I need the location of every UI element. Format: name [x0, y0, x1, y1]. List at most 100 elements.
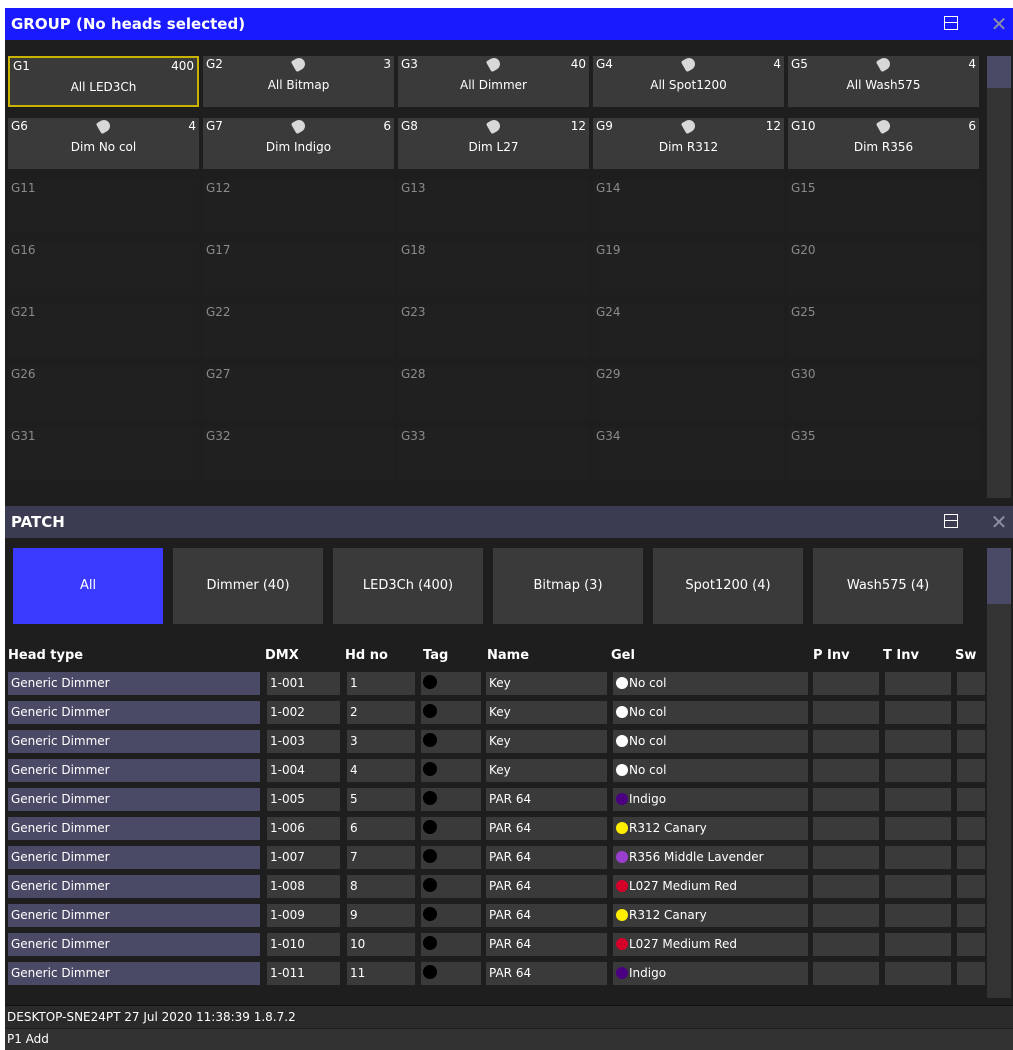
- cell-head-type[interactable]: Generic Dimmer: [8, 759, 260, 782]
- cell-t-inv[interactable]: [885, 759, 951, 782]
- cell-t-inv[interactable]: [885, 875, 951, 898]
- cell-hd-no[interactable]: 5: [347, 788, 415, 811]
- empty-group-slot[interactable]: G21: [8, 304, 199, 357]
- cell-gel[interactable]: No col: [613, 759, 808, 782]
- patch-scrollbar[interactable]: [987, 548, 1011, 998]
- table-row[interactable]: Generic Dimmer 1-004 4 Key No col: [5, 756, 989, 785]
- tab-bitmap[interactable]: Bitmap (3): [493, 548, 643, 624]
- cell-gel[interactable]: R356 Middle Lavender: [613, 846, 808, 869]
- cell-p-inv[interactable]: [813, 962, 879, 985]
- group-button[interactable]: G10 6 Dim R356: [788, 117, 979, 169]
- cell-tag[interactable]: [421, 962, 481, 985]
- group-button[interactable]: G7 6 Dim Indigo: [203, 117, 394, 169]
- cell-name[interactable]: Key: [486, 730, 607, 753]
- cell-head-type[interactable]: Generic Dimmer: [8, 701, 260, 724]
- cell-name[interactable]: Key: [486, 701, 607, 724]
- cell-gel[interactable]: No col: [613, 672, 808, 695]
- cell-tag[interactable]: [421, 817, 481, 840]
- cell-tag[interactable]: [421, 730, 481, 753]
- cell-p-inv[interactable]: [813, 672, 879, 695]
- cell-p-inv[interactable]: [813, 875, 879, 898]
- empty-group-slot[interactable]: G33: [398, 428, 589, 481]
- cell-head-type[interactable]: Generic Dimmer: [8, 730, 260, 753]
- table-row[interactable]: Generic Dimmer 1-011 11 PAR 64 Indigo: [5, 959, 989, 988]
- cell-dmx[interactable]: 1-007: [267, 846, 340, 869]
- cell-t-inv[interactable]: [885, 962, 951, 985]
- cell-dmx[interactable]: 1-003: [267, 730, 340, 753]
- empty-group-slot[interactable]: G31: [8, 428, 199, 481]
- cell-t-inv[interactable]: [885, 701, 951, 724]
- cell-tag[interactable]: [421, 788, 481, 811]
- header-swap[interactable]: Sw: [955, 645, 976, 667]
- group-button[interactable]: G8 12 Dim L27: [398, 117, 589, 169]
- empty-group-slot[interactable]: G23: [398, 304, 589, 357]
- cell-head-type[interactable]: Generic Dimmer: [8, 846, 260, 869]
- empty-group-slot[interactable]: G19: [593, 242, 784, 295]
- header-t-inv[interactable]: T Inv: [883, 645, 919, 667]
- table-row[interactable]: Generic Dimmer 1-006 6 PAR 64 R312 Canary: [5, 814, 989, 843]
- cell-t-inv[interactable]: [885, 730, 951, 753]
- cell-name[interactable]: Key: [486, 672, 607, 695]
- cell-t-inv[interactable]: [885, 672, 951, 695]
- cell-tag[interactable]: [421, 846, 481, 869]
- cell-swap[interactable]: [957, 904, 985, 927]
- cell-gel[interactable]: R312 Canary: [613, 817, 808, 840]
- command-line[interactable]: P1 Add: [5, 1029, 1013, 1050]
- empty-group-slot[interactable]: G13: [398, 180, 589, 233]
- cell-t-inv[interactable]: [885, 904, 951, 927]
- minimize-icon[interactable]: [944, 16, 958, 30]
- cell-t-inv[interactable]: [885, 933, 951, 956]
- empty-group-slot[interactable]: G26: [8, 366, 199, 419]
- cell-swap[interactable]: [957, 933, 985, 956]
- cell-head-type[interactable]: Generic Dimmer: [8, 962, 260, 985]
- empty-group-slot[interactable]: G22: [203, 304, 394, 357]
- group-button[interactable]: G1 400 All LED3Ch: [8, 56, 199, 107]
- empty-group-slot[interactable]: G27: [203, 366, 394, 419]
- cell-swap[interactable]: [957, 846, 985, 869]
- cell-hd-no[interactable]: 4: [347, 759, 415, 782]
- header-head-type[interactable]: Head type: [8, 645, 83, 667]
- group-button[interactable]: G4 4 All Spot1200: [593, 55, 784, 107]
- empty-group-slot[interactable]: G15: [788, 180, 979, 233]
- cell-head-type[interactable]: Generic Dimmer: [8, 672, 260, 695]
- cell-swap[interactable]: [957, 759, 985, 782]
- cell-swap[interactable]: [957, 962, 985, 985]
- cell-swap[interactable]: [957, 875, 985, 898]
- close-icon[interactable]: ✕: [987, 12, 1011, 36]
- cell-p-inv[interactable]: [813, 846, 879, 869]
- cell-tag[interactable]: [421, 672, 481, 695]
- empty-group-slot[interactable]: G30: [788, 366, 979, 419]
- tab-dimmer[interactable]: Dimmer (40): [173, 548, 323, 624]
- cell-hd-no[interactable]: 7: [347, 846, 415, 869]
- table-row[interactable]: Generic Dimmer 1-002 2 Key No col: [5, 698, 989, 727]
- empty-group-slot[interactable]: G20: [788, 242, 979, 295]
- cell-name[interactable]: PAR 64: [486, 933, 607, 956]
- cell-hd-no[interactable]: 9: [347, 904, 415, 927]
- cell-p-inv[interactable]: [813, 759, 879, 782]
- cell-gel[interactable]: No col: [613, 730, 808, 753]
- table-row[interactable]: Generic Dimmer 1-005 5 PAR 64 Indigo: [5, 785, 989, 814]
- cell-name[interactable]: Key: [486, 759, 607, 782]
- header-tag[interactable]: Tag: [423, 645, 448, 667]
- cell-dmx[interactable]: 1-008: [267, 875, 340, 898]
- group-button[interactable]: G2 3 All Bitmap: [203, 55, 394, 107]
- cell-gel[interactable]: No col: [613, 701, 808, 724]
- empty-group-slot[interactable]: G11: [8, 180, 199, 233]
- cell-head-type[interactable]: Generic Dimmer: [8, 904, 260, 927]
- group-button[interactable]: G9 12 Dim R312: [593, 117, 784, 169]
- cell-name[interactable]: PAR 64: [486, 875, 607, 898]
- cell-hd-no[interactable]: 6: [347, 817, 415, 840]
- cell-gel[interactable]: Indigo: [613, 788, 808, 811]
- empty-group-slot[interactable]: G16: [8, 242, 199, 295]
- cell-p-inv[interactable]: [813, 701, 879, 724]
- header-hd-no[interactable]: Hd no: [345, 645, 388, 667]
- empty-group-slot[interactable]: G28: [398, 366, 589, 419]
- group-button[interactable]: G5 4 All Wash575: [788, 55, 979, 107]
- cell-head-type[interactable]: Generic Dimmer: [8, 933, 260, 956]
- cell-t-inv[interactable]: [885, 817, 951, 840]
- patch-scrollbar-thumb[interactable]: [987, 548, 1011, 604]
- cell-hd-no[interactable]: 8: [347, 875, 415, 898]
- cell-name[interactable]: PAR 64: [486, 962, 607, 985]
- header-p-inv[interactable]: P Inv: [813, 645, 850, 667]
- empty-group-slot[interactable]: G14: [593, 180, 784, 233]
